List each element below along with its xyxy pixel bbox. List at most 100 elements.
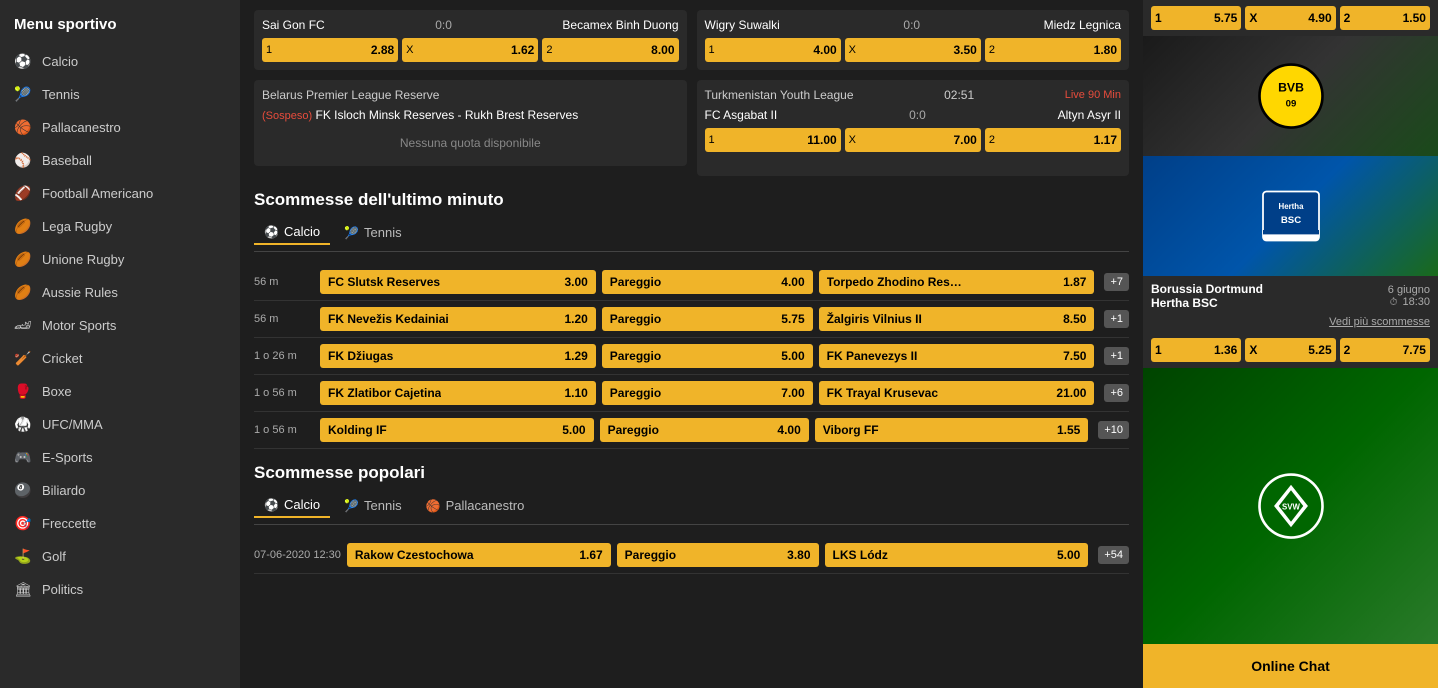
tab-popular-calcio[interactable]: ⚽ Calcio [254, 493, 330, 518]
bet-home-1[interactable]: FK Nevežis Kedainiai 1.20 [320, 307, 596, 331]
bet-away-4[interactable]: Viborg FF 1.55 [815, 418, 1089, 442]
bet-time: 1 o 56 m [254, 387, 314, 399]
bet-draw-3[interactable]: Pareggio 7.00 [602, 381, 813, 405]
basketball-icon: 🏀 [14, 119, 32, 136]
svg-text:09: 09 [1285, 99, 1296, 110]
match-time: ⏱ 18:30 [1388, 296, 1430, 308]
featured-odd-2[interactable]: 2 1.50 [1340, 6, 1430, 30]
popular-tabs: ⚽ Calcio 🎾 Tennis 🏀 Pallacanestro [254, 493, 1129, 525]
plus-badge-2[interactable]: +1 [1104, 347, 1129, 365]
bet-draw-1[interactable]: Pareggio 5.75 [602, 307, 813, 331]
online-chat-button[interactable]: Online Chat [1143, 644, 1438, 688]
tab-popular-pallacanestro[interactable]: 🏀 Pallacanestro [416, 493, 535, 518]
bet-away-3[interactable]: FK Trayal Krusevac 21.00 [819, 381, 1095, 405]
featured-odd-1[interactable]: 1 5.75 [1151, 6, 1241, 30]
sidebar-item-golf[interactable]: ⛳ Golf [0, 540, 240, 573]
plus-badge-0[interactable]: +7 [1104, 273, 1129, 291]
baseball-icon: ⚾ [14, 152, 32, 169]
featured-odd2-2[interactable]: 2 7.75 [1340, 338, 1430, 362]
boxing-icon: 🥊 [14, 383, 32, 400]
odd-1[interactable]: 111.00 [705, 128, 841, 152]
plus-badge-1[interactable]: +1 [1104, 310, 1129, 328]
bet-away-0[interactable]: Torpedo Zhodino Reserves 1.87 [819, 270, 1095, 294]
match-score: 0:0 [427, 18, 460, 32]
hertha-logo: Hertha BSC [1256, 181, 1326, 251]
svg-text:BSC: BSC [1280, 215, 1300, 226]
odd-2[interactable]: 21.17 [985, 128, 1121, 152]
odd-x[interactable]: X7.00 [845, 128, 981, 152]
sidebar-item-label: Freccette [42, 516, 96, 531]
sidebar-item-politics[interactable]: 🏛 Politics [0, 573, 240, 606]
featured-match-info: Borussia Dortmund Hertha BSC 6 giugno ⏱ … [1143, 276, 1438, 312]
away-team: Becamex Binh Duong [562, 18, 678, 32]
sidebar-item-football-americano[interactable]: 🏈 Football Americano [0, 177, 240, 210]
featured-odd2-x[interactable]: X 5.25 [1245, 338, 1335, 362]
sidebar-item-freccette[interactable]: 🎯 Freccette [0, 507, 240, 540]
rugby2-icon: 🏉 [14, 251, 32, 268]
suspended-match: Belarus Premier League Reserve (Sospeso)… [254, 80, 687, 166]
popular-bet-home-0[interactable]: Rakow Czestochowa 1.67 [347, 543, 611, 567]
sidebar-item-label: Pallacanestro [42, 120, 121, 135]
sidebar-item-ufc-mma[interactable]: 🥋 UFC/MMA [0, 408, 240, 441]
sidebar-title: Menu sportivo [0, 0, 240, 45]
sidebar-item-aussie-rules[interactable]: 🏉 Aussie Rules [0, 276, 240, 309]
bet-away-2[interactable]: FK Panevezys II 7.50 [819, 344, 1095, 368]
odd-x[interactable]: X3.50 [845, 38, 981, 62]
sidebar-item-motor-sports[interactable]: 🏎 Motor Sports [0, 309, 240, 342]
sidebar-item-unione-rugby[interactable]: 🏉 Unione Rugby [0, 243, 240, 276]
svg-text:BVB: BVB [1278, 81, 1304, 95]
tab-tennis[interactable]: 🎾 Tennis [334, 220, 412, 245]
bet-draw-0[interactable]: Pareggio 4.00 [602, 270, 813, 294]
sidebar-item-calcio[interactable]: ⚽ Calcio [0, 45, 240, 78]
top-matches-row: Sai Gon FC 0:0 Becamex Binh Duong 12.88 … [254, 10, 1129, 70]
bet-home-3[interactable]: FK Zlatibor Cajetina 1.10 [320, 381, 596, 405]
odd-1[interactable]: 12.88 [262, 38, 398, 62]
match-score: 0:0 [901, 108, 934, 122]
bet-row-1: 56 m FK Nevežis Kedainiai 1.20 Pareggio … [254, 301, 1129, 338]
featured-odd-x[interactable]: X 4.90 [1245, 6, 1335, 30]
bet-home-4[interactable]: Kolding IF 5.00 [320, 418, 594, 442]
sidebar-item-pallacanestro[interactable]: 🏀 Pallacanestro [0, 111, 240, 144]
odd-2[interactable]: 28.00 [542, 38, 678, 62]
sidebar-item-boxe[interactable]: 🥊 Boxe [0, 375, 240, 408]
plus-badge-4[interactable]: +10 [1098, 421, 1129, 439]
svg-text:SVW: SVW [1282, 503, 1300, 512]
tennis-pop-icon: 🎾 [344, 499, 359, 513]
popular-bet-draw-0[interactable]: Pareggio 3.80 [617, 543, 819, 567]
bet-row-3: 1 o 56 m FK Zlatibor Cajetina 1.10 Pareg… [254, 375, 1129, 412]
live-match: Turkmenistan Youth League 02:51 Live 90 … [697, 80, 1130, 176]
sidebar-item-esports[interactable]: 🎮 E-Sports [0, 441, 240, 474]
bet-draw-2[interactable]: Pareggio 5.00 [602, 344, 813, 368]
vedi-piu-link[interactable]: Vedi più scommesse [1143, 312, 1438, 332]
werder-logo: SVW [1256, 471, 1326, 541]
right-panel: 1 5.75 X 4.90 2 1.50 BVB 09 Hertha BSC [1143, 0, 1438, 688]
popular-plus-badge-0[interactable]: +54 [1098, 546, 1129, 564]
label: X [1249, 343, 1257, 357]
sidebar-item-biliardo[interactable]: 🎱 Biliardo [0, 474, 240, 507]
sidebar-item-label: Aussie Rules [42, 285, 118, 300]
tab-calcio[interactable]: ⚽ Calcio [254, 220, 330, 245]
sidebar-item-label: Lega Rugby [42, 219, 112, 234]
odd-x[interactable]: X1.62 [402, 38, 538, 62]
popular-bet-row-0: 07-06-2020 12:30 Rakow Czestochowa 1.67 … [254, 537, 1129, 574]
odd-1[interactable]: 14.00 [705, 38, 841, 62]
match-score: 0:0 [895, 18, 928, 32]
sidebar-item-label: Unione Rugby [42, 252, 124, 267]
bet-home-2[interactable]: FK Džiugas 1.29 [320, 344, 596, 368]
odds-row: 14.00 X3.50 21.80 [705, 38, 1122, 62]
sidebar-item-baseball[interactable]: ⚾ Baseball [0, 144, 240, 177]
sidebar-item-lega-rugby[interactable]: 🏉 Lega Rugby [0, 210, 240, 243]
bet-home-0[interactable]: FC Slutsk Reserves 3.00 [320, 270, 596, 294]
tab-popular-tennis[interactable]: 🎾 Tennis [334, 493, 412, 518]
featured-odds-bottom: 1 1.36 X 5.25 2 7.75 [1143, 332, 1438, 368]
team2-name: Hertha BSC [1151, 296, 1263, 310]
plus-badge-3[interactable]: +6 [1104, 384, 1129, 402]
suspended-label: (Sospeso) [262, 110, 312, 122]
popular-bet-away-0[interactable]: LKS Lódz 5.00 [825, 543, 1089, 567]
bet-draw-4[interactable]: Pareggio 4.00 [600, 418, 809, 442]
odd-2[interactable]: 21.80 [985, 38, 1121, 62]
bet-away-1[interactable]: Žalgiris Vilnius II 8.50 [819, 307, 1095, 331]
sidebar-item-tennis[interactable]: 🎾 Tennis [0, 78, 240, 111]
sidebar-item-cricket[interactable]: 🏏 Cricket [0, 342, 240, 375]
featured-odd2-1[interactable]: 1 1.36 [1151, 338, 1241, 362]
